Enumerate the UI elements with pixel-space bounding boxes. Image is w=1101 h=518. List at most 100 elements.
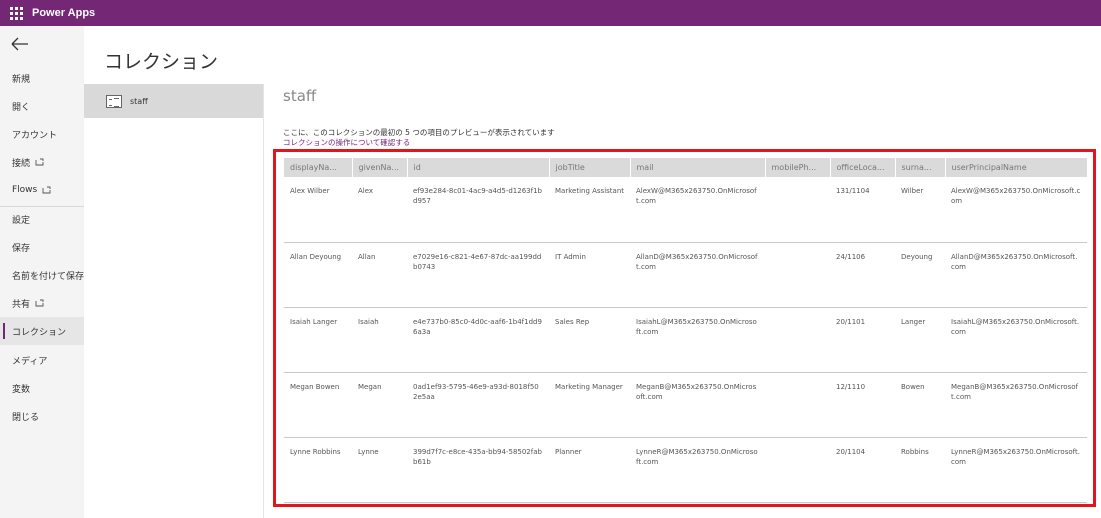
nav-item-label: Flows (12, 185, 38, 195)
table-cell: Lynne (352, 437, 407, 503)
table-cell: MeganB@M365x263750.OnMicrosoft.com (945, 372, 1087, 438)
table-cell (765, 437, 830, 503)
table-cell: Langer (895, 307, 945, 373)
nav-item-label: 保存 (12, 243, 31, 254)
external-link-icon (42, 186, 51, 194)
table-cell: AllanD@M365x263750.OnMicrosoft.com (630, 242, 765, 308)
table-cell: IsaiahL@M365x263750.OnMicrosoft.com (945, 307, 1087, 373)
nav-item-save-as[interactable]: 名前を付けて保存 (0, 261, 84, 289)
table-cell (765, 242, 830, 308)
table-cell: IsaiahL@M365x263750.OnMicrosoft.com (630, 307, 765, 373)
table-cell (765, 307, 830, 373)
nav-item-label: 変数 (12, 384, 31, 395)
table-cell: Marketing Assistant (549, 177, 630, 243)
column-header[interactable]: surna... (895, 158, 946, 177)
column-header[interactable]: givenNa... (352, 158, 408, 177)
nav-item-collections[interactable]: コレクション (0, 317, 84, 345)
table-cell: Robbins (895, 437, 945, 503)
table-cell: Allan Deyoung (284, 242, 352, 308)
nav-item-connections[interactable]: 接続 (0, 148, 84, 176)
column-header[interactable]: officeLoca... (830, 158, 896, 177)
left-nav: 新規 開く アカウント 接続 Flows 設定 保存 名前を付けて保存 共有 コ… (0, 26, 84, 518)
nav-item-account[interactable]: アカウント (0, 120, 84, 148)
app-title: Power Apps (32, 7, 96, 19)
table-cell: LynneR@M365x263750.OnMicrosoft.com (630, 437, 765, 503)
table-cell: MeganB@M365x263750.OnMicrosoft.com (630, 372, 765, 438)
table-cell: 20/1101 (830, 307, 895, 373)
table-cell: Isaiah (352, 307, 407, 373)
table-cell: Bowen (895, 372, 945, 438)
table-cell: 131/1104 (830, 177, 895, 243)
nav-item-label: アカウント (12, 130, 58, 141)
table-cell: AlexW@M365x263750.OnMicrosoft.com (945, 177, 1087, 243)
collection-item-staff[interactable]: staff (84, 84, 263, 118)
table-cell: IT Admin (549, 242, 630, 308)
nav-item-media[interactable]: メディア (0, 346, 84, 374)
table-row: Allan Deyoung Allan e7029e16-c821-4e67-87d… (284, 242, 1087, 308)
table-cell: 0ad1ef93-5795-46e9-a93d-8018f502e5aa (407, 372, 549, 438)
column-header[interactable]: jobTitle (549, 158, 631, 177)
external-link-icon (35, 299, 44, 307)
table-row: Alex Wilber Alex ef93e284-8c01-4ac9-a4d5-d… (284, 177, 1087, 243)
nav-item-label: メディア (12, 356, 48, 367)
table-row: Lynne Robbins Lynne 399d7f7c-e8ce-435a-bb9… (284, 437, 1087, 503)
nav-item-label: 接続 (12, 158, 31, 169)
table-cell: Megan Bowen (284, 372, 352, 438)
table-cell: Wilber (895, 177, 945, 243)
table-cell: e4e737b0-85c0-4d0c-aaf6-1b4f1dd96a3a (407, 307, 549, 373)
table-cell: Lynne Robbins (284, 437, 352, 503)
table-cell: Sales Rep (549, 307, 630, 373)
collection-title: staff (283, 87, 317, 105)
table-cell: Alex Wilber (284, 177, 352, 243)
table-header-row: displayNa... givenNa... id jobTitle mail mobi… (284, 158, 1088, 177)
collection-preview-table: displayNa... givenNa... id jobTitle mail mobi… (284, 158, 1088, 503)
nav-item-label: 新規 (12, 74, 31, 85)
table-cell: Alex (352, 177, 407, 243)
external-link-icon (35, 158, 44, 166)
nav-item-label: コレクション (12, 327, 67, 338)
nav-item-settings[interactable]: 設定 (0, 205, 84, 233)
column-header[interactable]: mobilePh... (765, 158, 831, 177)
table-cell: LynneR@M365x263750.OnMicrosoft.com (945, 437, 1087, 503)
table-cell: Deyoung (895, 242, 945, 308)
table-cell (765, 372, 830, 438)
table-cell: Megan (352, 372, 407, 438)
learn-collections-link[interactable]: コレクションの操作について確認する (283, 137, 410, 148)
table-cell: e7029e16-c821-4e67-87dc-aa199ddb0743 (407, 242, 549, 308)
nav-item-save[interactable]: 保存 (0, 233, 84, 261)
nav-item-flows[interactable]: Flows (0, 176, 84, 204)
table-cell: AllanD@M365x263750.OnMicrosoft.com (945, 242, 1087, 308)
nav-item-label: 閉じる (12, 412, 40, 423)
nav-item-label: 共有 (12, 299, 31, 310)
table-cell: Marketing Manager (549, 372, 630, 438)
table-cell: AlexW@M365x263750.OnMicrosoft.com (630, 177, 765, 243)
table-cell: 20/1104 (830, 437, 895, 503)
nav-item-variables[interactable]: 変数 (0, 374, 84, 402)
nav-item-label: 開く (12, 102, 31, 113)
collection-name: staff (130, 96, 148, 106)
column-header[interactable]: mail (630, 158, 766, 177)
back-arrow-icon[interactable] (10, 36, 30, 52)
nav-item-open[interactable]: 開く (0, 92, 84, 120)
table-cell: Planner (549, 437, 630, 503)
table-cell: 399d7f7c-e8ce-435a-bb94-58502fabb61b (407, 437, 549, 503)
nav-item-new[interactable]: 新規 (0, 64, 84, 92)
top-bar: Power Apps (0, 0, 1101, 26)
collection-list: staff (84, 84, 264, 518)
table-cell: Allan (352, 242, 407, 308)
table-cell: ef93e284-8c01-4ac9-a4d5-d1263f1bd957 (407, 177, 549, 243)
table-cell: 12/1110 (830, 372, 895, 438)
table-cell (765, 177, 830, 243)
table-cell: 24/1106 (830, 242, 895, 308)
table-row: Megan Bowen Megan 0ad1ef93-5795-46e9-a93d-… (284, 372, 1087, 438)
nav-item-label: 名前を付けて保存 (12, 271, 85, 282)
column-header[interactable]: id (407, 158, 550, 177)
waffle-icon[interactable] (8, 5, 24, 21)
table-cell: Isaiah Langer (284, 307, 352, 373)
column-header[interactable]: displayNa... (284, 158, 353, 177)
nav-item-share[interactable]: 共有 (0, 289, 84, 317)
column-header[interactable]: userPrincipalName (945, 158, 1088, 177)
nav-item-label: 設定 (12, 215, 31, 226)
collection-table-icon (106, 94, 122, 108)
nav-item-close[interactable]: 閉じる (0, 402, 84, 430)
